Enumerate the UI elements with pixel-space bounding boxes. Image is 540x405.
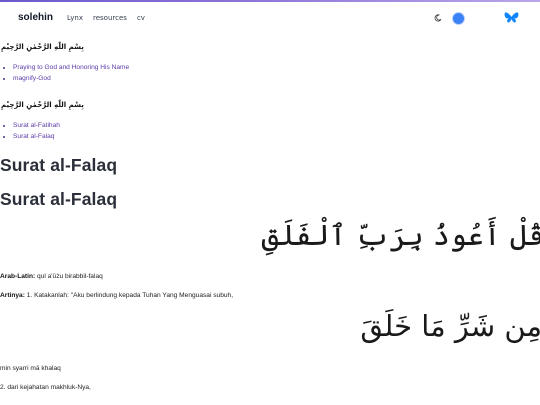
latin-text: qul a'ūżu birabbil-falaq: [35, 273, 103, 280]
verse-1-latin: Arab-Latin: qul a'ūżu birabbil-falaq: [0, 273, 103, 280]
butterfly-icon[interactable]: [504, 12, 519, 24]
nav-actions: [420, 2, 540, 33]
list-item: Surat al-Fatihah: [13, 120, 60, 131]
translation-text: 1. Katakanlah: "Aku berlindung kepada Tu…: [24, 292, 234, 299]
translation-label: Artinya:: [0, 292, 25, 299]
top-nav: solehin Lynx resources cv: [0, 2, 540, 33]
link-list-2: Surat al-Fatihah Surat al-Falaq: [0, 120, 60, 142]
verse-1-arabic: قُلْ أَعُوذُ بِرَبِّ ٱلْفَلَقِ: [261, 218, 540, 252]
verse-2-translation: 2. dari kejahatan makhluk-Nya,: [0, 384, 91, 391]
site-brand[interactable]: solehin: [18, 12, 53, 23]
link-list-1: Praying to God and Honoring His Name mag…: [0, 62, 129, 84]
link-magnify-god[interactable]: magnify-God: [13, 75, 51, 82]
link-praying-to-god[interactable]: Praying to God and Honoring His Name: [13, 64, 129, 71]
section-title: Surat al-Falaq: [0, 189, 118, 209]
bismillah-heading-1: بِسْمِ اللّٰهِ الرَّحْمٰنِ الرَّحِيْمِ: [1, 43, 84, 51]
nav-link-resources[interactable]: resources: [93, 14, 127, 22]
link-surat-al-falaq[interactable]: Surat al-Falaq: [13, 133, 54, 140]
list-item: magnify-God: [13, 73, 129, 84]
latin-label: Arab-Latin:: [0, 273, 36, 280]
verse-1-translation: Artinya: 1. Katakanlah: "Aku berlindung …: [0, 292, 233, 299]
verse-2-latin: min syarri mā khalaq: [0, 365, 61, 372]
page-title: Surat al-Falaq: [0, 155, 118, 175]
bismillah-heading-2: بِسْمِ اللّٰهِ الرَّحْمٰنِ الرَّحِيْمِ: [1, 101, 84, 109]
link-surat-al-fatihah[interactable]: Surat al-Fatihah: [13, 122, 60, 129]
list-item: Praying to God and Honoring His Name: [13, 62, 129, 73]
nav-link-lynx[interactable]: Lynx: [67, 14, 83, 22]
moon-icon[interactable]: [434, 14, 442, 22]
list-item: Surat al-Falaq: [13, 131, 60, 142]
nav-link-cv[interactable]: cv: [137, 14, 145, 22]
theme-toggle[interactable]: [452, 12, 465, 25]
verse-2-arabic: مِن شَرِّ مَا خَلَقَ: [360, 309, 540, 343]
